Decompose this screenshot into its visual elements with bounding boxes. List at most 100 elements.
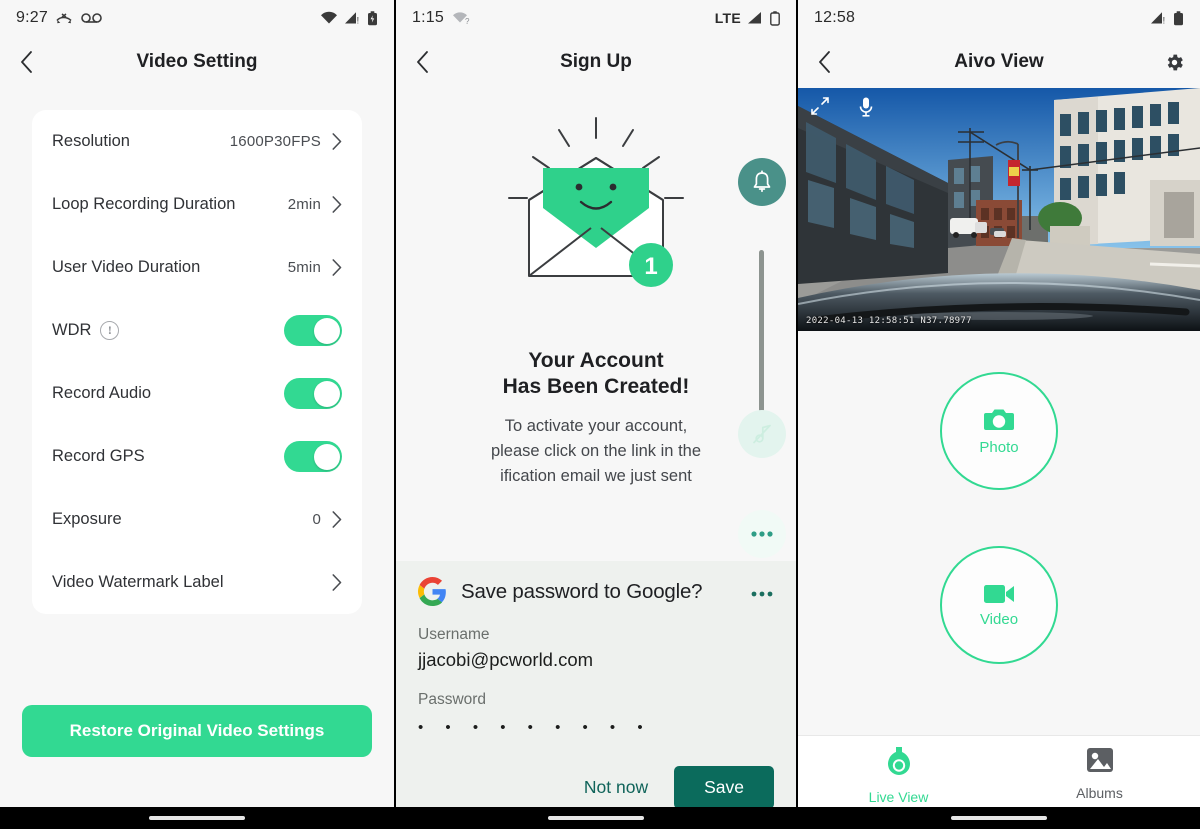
setting-value: 2min: [287, 196, 321, 213]
setting-row-wdr[interactable]: WDR !: [52, 299, 342, 362]
home-bar[interactable]: [951, 816, 1047, 820]
setting-value: 5min: [287, 259, 321, 276]
chevron-left-icon: [20, 51, 32, 73]
tab-albums[interactable]: Albums: [999, 745, 1200, 801]
setting-label-wrap: WDR !: [52, 321, 120, 340]
gear-icon: [1167, 54, 1183, 70]
status-bar-panel1: 9:27 !: [0, 0, 394, 36]
status-bar-panel2: 1:15 ? LTE: [396, 0, 796, 36]
three-dots-icon: [751, 531, 773, 537]
chevron-right-icon: [332, 133, 342, 150]
status-bar-left-icons: [56, 11, 103, 25]
home-bar[interactable]: [548, 816, 644, 820]
setting-label: Resolution: [52, 132, 130, 150]
headline-line-2: Has Been Created!: [502, 375, 690, 398]
photo-capture-button[interactable]: Photo: [940, 372, 1058, 490]
svg-text:!: !: [357, 16, 360, 26]
status-bar-time: 1:15: [412, 9, 444, 26]
wifi-icon: [321, 11, 337, 24]
video-capture-button[interactable]: Video: [940, 546, 1058, 664]
battery-icon: [368, 10, 377, 25]
setting-label: User Video Duration: [52, 258, 201, 276]
photo-album-icon: [1085, 745, 1115, 780]
record-gps-toggle[interactable]: [284, 441, 342, 472]
sign-up-body: 1 Your Account Has Been Created! To acti…: [396, 110, 796, 829]
back-button-panel3[interactable]: [798, 36, 850, 88]
password-value[interactable]: • • • • • • • • •: [418, 719, 774, 736]
expand-arrows-icon[interactable]: [810, 96, 830, 123]
wifi-question-icon: ?: [452, 12, 470, 25]
home-bar[interactable]: [149, 816, 245, 820]
dashcam-street-scene: [798, 88, 1200, 331]
chevron-right-icon: [332, 511, 342, 528]
mute-music-fab[interactable]: [738, 410, 786, 458]
live-view-icon: [885, 745, 913, 784]
network-type-label: LTE: [714, 10, 741, 26]
setting-row-exposure[interactable]: Exposure 0: [52, 488, 342, 551]
svg-text:!: !: [1163, 16, 1166, 26]
setting-row-record-audio[interactable]: Record Audio: [52, 362, 342, 425]
dialog-actions: Not now Save: [418, 766, 774, 809]
vertical-scrollbar[interactable]: [759, 250, 764, 412]
tab-live-view-label: Live View: [868, 789, 929, 805]
capture-controls: Photo Video: [798, 331, 1200, 726]
setting-row-resolution[interactable]: Resolution 1600P30FPS: [52, 110, 342, 173]
tab-live-view[interactable]: Live View: [798, 745, 999, 805]
cellular-signal-icon: !: [345, 12, 360, 26]
wdr-toggle[interactable]: [284, 315, 342, 346]
microphone-icon[interactable]: [858, 96, 874, 123]
more-options-fab[interactable]: [738, 510, 786, 558]
status-bar-right-icons: !: [320, 10, 378, 26]
envelope-illustration-wrap: 1: [396, 110, 796, 310]
setting-value: 0: [312, 511, 321, 528]
chevron-left-icon: [818, 51, 830, 73]
setting-row-record-gps[interactable]: Record GPS: [52, 425, 342, 488]
toggle-knob: [313, 317, 340, 344]
nav-bar-panel1: Video Setting: [0, 36, 394, 88]
dialog-overflow-button[interactable]: [750, 586, 774, 598]
video-camera-icon: [984, 584, 1014, 603]
subline-line-2: please click on the link in the: [490, 442, 702, 460]
status-bar-right-icons: !: [1150, 10, 1184, 26]
setting-label: Loop Recording Duration: [52, 195, 236, 213]
headline-line-1: Your Account: [528, 349, 664, 372]
chevron-left-icon: [416, 51, 428, 73]
tab-albums-label: Albums: [1076, 785, 1123, 801]
setting-label: Record Audio: [52, 384, 152, 402]
headline: Your Account Has Been Created!: [396, 348, 796, 400]
back-button-panel1[interactable]: [0, 36, 52, 88]
dialog-header: Save password to Google?: [418, 577, 774, 606]
status-bar-right-icons: LTE: [715, 10, 780, 26]
setting-row-user-video-duration[interactable]: User Video Duration 5min: [52, 236, 342, 299]
not-now-button[interactable]: Not now: [572, 767, 660, 808]
save-button[interactable]: Save: [674, 766, 774, 809]
notification-bell-fab[interactable]: [738, 158, 786, 206]
home-indicator-panel3: [798, 807, 1200, 829]
status-bar-time: 12:58: [814, 9, 856, 26]
subline-line-1: To activate your account,: [504, 417, 688, 435]
nav-bar-panel2: Sign Up: [396, 36, 796, 88]
page-title-panel3: Aivo View: [954, 51, 1044, 72]
live-video-preview[interactable]: 2022-04-13 12:58:51 N37.78977: [798, 88, 1200, 331]
record-audio-toggle[interactable]: [284, 378, 342, 409]
voicemail-icon: [81, 13, 102, 23]
bottom-tab-bar: Live View Albums: [798, 735, 1200, 807]
setting-row-video-watermark-label[interactable]: Video Watermark Label: [52, 551, 342, 614]
setting-label: WDR: [52, 321, 92, 339]
setting-value: 1600P30FPS: [229, 133, 321, 150]
camera-icon: [984, 409, 1014, 430]
subline-line-3: ification email we just sent: [500, 467, 692, 485]
info-icon[interactable]: !: [100, 321, 120, 340]
phone-panel-sign-up: 1:15 ? LTE Sign Up 1 Your Account Has Be…: [396, 0, 796, 829]
setting-row-loop-recording-duration[interactable]: Loop Recording Duration 2min: [52, 173, 342, 236]
username-value[interactable]: jjacobi@pcworld.com: [418, 649, 774, 671]
settings-button[interactable]: [1148, 36, 1200, 88]
setting-label: Record GPS: [52, 447, 145, 465]
video-overlay-icons: [810, 96, 874, 123]
home-indicator-panel2: [396, 807, 796, 829]
dialog-title: Save password to Google?: [461, 579, 703, 603]
back-button-panel2[interactable]: [396, 36, 448, 88]
home-indicator-panel1: [0, 807, 394, 829]
nav-bar-panel3: Aivo View: [798, 36, 1200, 88]
restore-original-video-settings-button[interactable]: Restore Original Video Settings: [22, 705, 372, 757]
